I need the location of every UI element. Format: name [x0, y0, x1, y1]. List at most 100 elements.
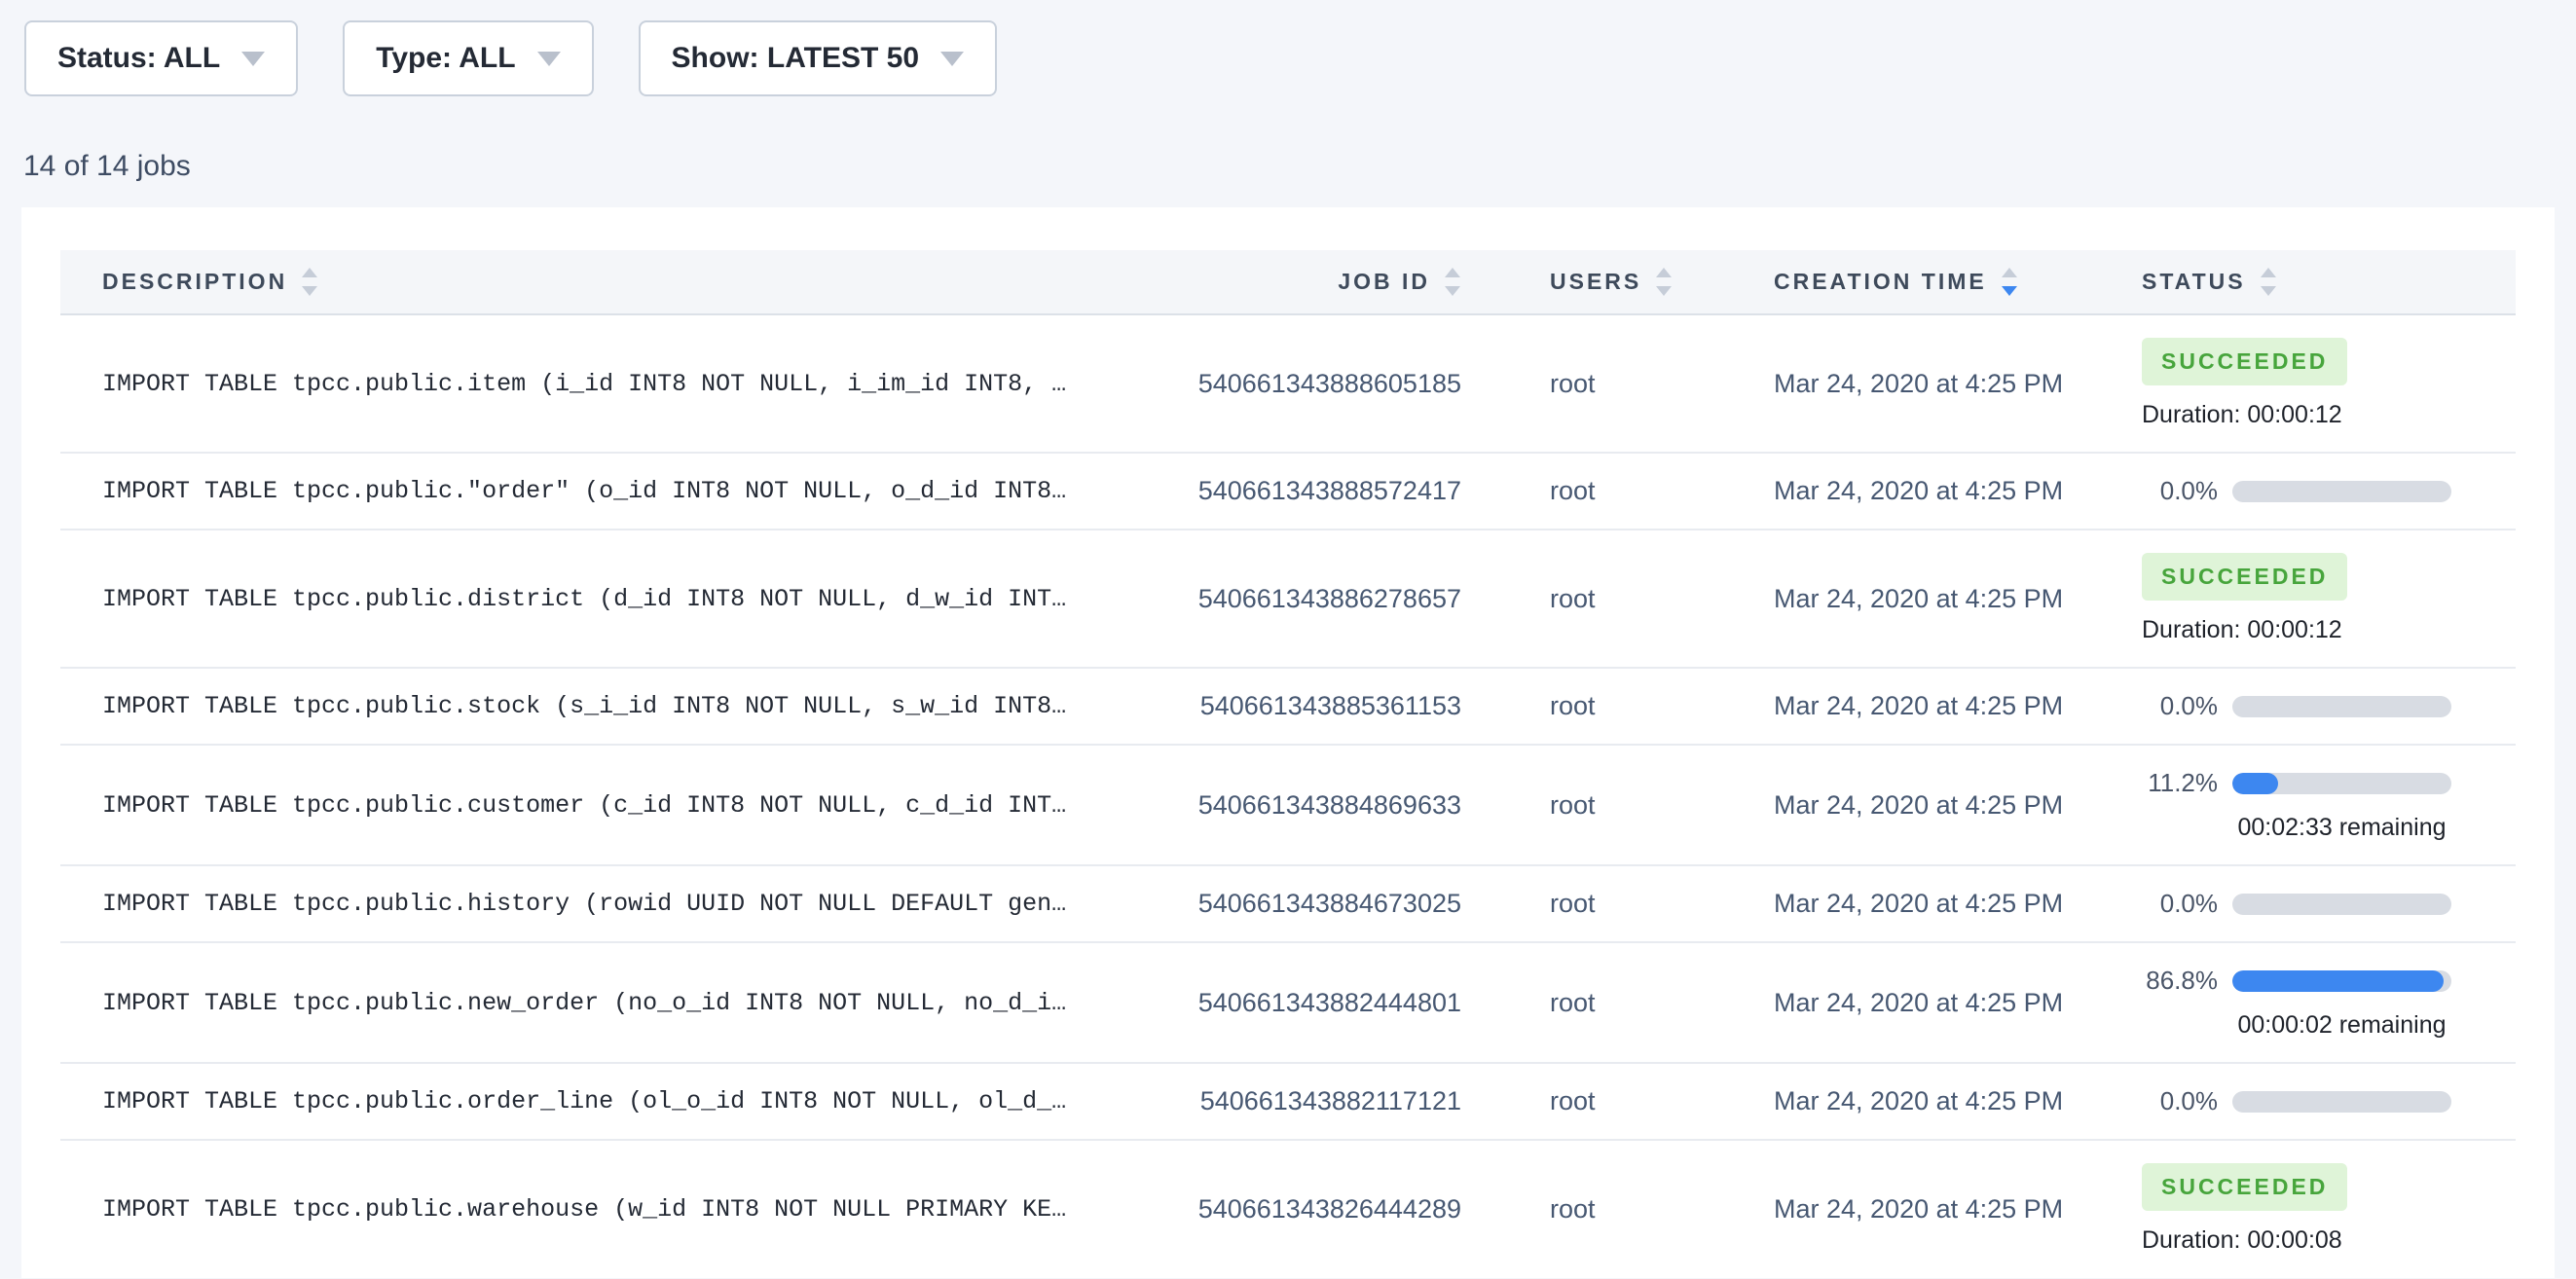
- job-creation-time: Mar 24, 2020 at 4:25 PM: [1774, 691, 2063, 720]
- status-badge: SUCCEEDED: [2142, 1163, 2347, 1211]
- job-id: 540661343884673025: [1198, 889, 1461, 918]
- job-id: 540661343886278657: [1198, 584, 1461, 613]
- chevron-down-icon: [537, 52, 561, 66]
- job-creation-time: Mar 24, 2020 at 4:25 PM: [1774, 1194, 2063, 1224]
- progress-percent: 0.0%: [2142, 889, 2218, 919]
- table-row: IMPORT TABLE tpcc.public.item (i_id INT8…: [60, 314, 2516, 453]
- job-creation-time: Mar 24, 2020 at 4:25 PM: [1774, 790, 2063, 820]
- job-creation-time: Mar 24, 2020 at 4:25 PM: [1774, 369, 2063, 398]
- job-id: 540661343882117121: [1200, 1086, 1461, 1115]
- table-header-row: DESCRIPTION JOB ID USERS: [60, 250, 2516, 314]
- job-description: IMPORT TABLE tpcc.public.stock (s_i_id I…: [102, 692, 1066, 720]
- job-user: root: [1550, 476, 1596, 505]
- jobs-count: 14 of 14 jobs: [23, 151, 2576, 182]
- job-id: 540661343888605185: [1198, 369, 1461, 398]
- jobs-table-panel: DESCRIPTION JOB ID USERS: [21, 207, 2555, 1278]
- job-id: 540661343885361153: [1200, 691, 1461, 720]
- job-id: 540661343888572417: [1198, 476, 1461, 505]
- status-duration: Duration: 00:00:08: [2142, 1226, 2515, 1255]
- job-status-succeeded: SUCCEEDED Duration: 00:00:12: [2142, 338, 2515, 429]
- progress-percent: 11.2%: [2142, 768, 2218, 798]
- job-creation-time: Mar 24, 2020 at 4:25 PM: [1774, 988, 2063, 1017]
- column-header-label: JOB ID: [1338, 269, 1430, 295]
- job-description: IMPORT TABLE tpcc.public.new_order (no_o…: [102, 989, 1066, 1017]
- job-status-progress: 11.2% 00:02:33 remaining: [2142, 768, 2515, 842]
- status-duration: Duration: 00:00:12: [2142, 401, 2515, 429]
- progress-bar: [2232, 1091, 2451, 1113]
- job-user: root: [1550, 691, 1596, 720]
- job-status-progress: 86.8% 00:00:02 remaining: [2142, 966, 2515, 1040]
- job-description: IMPORT TABLE tpcc.public.district (d_id …: [102, 585, 1066, 613]
- table-row: IMPORT TABLE tpcc.public."order" (o_id I…: [60, 453, 2516, 530]
- job-description: IMPORT TABLE tpcc.public."order" (o_id I…: [102, 477, 1066, 505]
- column-header-status[interactable]: STATUS: [2081, 250, 2516, 314]
- column-header-label: STATUS: [2142, 269, 2246, 295]
- job-status-progress: 0.0%: [2142, 889, 2515, 919]
- job-user: root: [1550, 988, 1596, 1017]
- column-header-creation-time[interactable]: CREATION TIME: [1711, 250, 2081, 314]
- column-header-label: USERS: [1550, 269, 1641, 295]
- job-user: root: [1550, 1086, 1596, 1115]
- type-filter-dropdown[interactable]: Type: ALL: [343, 20, 593, 96]
- sort-arrows-icon-active-desc: [2002, 268, 2017, 296]
- status-duration: Duration: 00:00:12: [2142, 616, 2515, 644]
- job-description: IMPORT TABLE tpcc.public.order_line (ol_…: [102, 1087, 1066, 1115]
- progress-bar-fill: [2232, 970, 2444, 992]
- sort-arrows-icon: [2261, 268, 2276, 296]
- job-status-succeeded: SUCCEEDED Duration: 00:00:12: [2142, 553, 2515, 644]
- table-row: IMPORT TABLE tpcc.public.district (d_id …: [60, 530, 2516, 668]
- progress-bar: [2232, 481, 2451, 502]
- status-filter-label: Status: ALL: [57, 42, 220, 75]
- show-filter-dropdown[interactable]: Show: LATEST 50: [639, 20, 997, 96]
- status-filter-dropdown[interactable]: Status: ALL: [24, 20, 298, 96]
- job-user: root: [1550, 790, 1596, 820]
- job-creation-time: Mar 24, 2020 at 4:25 PM: [1774, 1086, 2063, 1115]
- job-creation-time: Mar 24, 2020 at 4:25 PM: [1774, 476, 2063, 505]
- progress-percent: 0.0%: [2142, 691, 2218, 721]
- column-header-label: DESCRIPTION: [102, 269, 287, 295]
- sort-arrows-icon: [1656, 268, 1672, 296]
- column-header-label: CREATION TIME: [1774, 269, 1987, 295]
- table-row: IMPORT TABLE tpcc.public.warehouse (w_id…: [60, 1140, 2516, 1277]
- progress-bar-fill: [2232, 773, 2278, 794]
- filter-bar: Status: ALL Type: ALL Show: LATEST 50: [0, 0, 2576, 96]
- job-user: root: [1550, 584, 1596, 613]
- job-description: IMPORT TABLE tpcc.public.item (i_id INT8…: [102, 370, 1066, 398]
- progress-bar: [2232, 894, 2451, 915]
- progress-bar: [2232, 773, 2451, 794]
- table-row: IMPORT TABLE tpcc.public.new_order (no_o…: [60, 942, 2516, 1063]
- table-row: IMPORT TABLE tpcc.public.order_line (ol_…: [60, 1063, 2516, 1140]
- job-creation-time: Mar 24, 2020 at 4:25 PM: [1774, 584, 2063, 613]
- chevron-down-icon: [940, 52, 964, 66]
- column-header-description[interactable]: DESCRIPTION: [60, 250, 1170, 314]
- job-id: 540661343884869633: [1198, 790, 1461, 820]
- show-filter-label: Show: LATEST 50: [672, 42, 919, 75]
- type-filter-label: Type: ALL: [376, 42, 515, 75]
- jobs-table: DESCRIPTION JOB ID USERS: [60, 250, 2516, 1277]
- jobs-page: Status: ALL Type: ALL Show: LATEST 50 14…: [0, 0, 2576, 1278]
- job-description: IMPORT TABLE tpcc.public.customer (c_id …: [102, 791, 1066, 820]
- column-header-job-id[interactable]: JOB ID: [1170, 250, 1462, 314]
- chevron-down-icon: [241, 52, 265, 66]
- progress-bar: [2232, 970, 2451, 992]
- job-id: 540661343826444289: [1198, 1194, 1461, 1224]
- job-status-progress: 0.0%: [2142, 691, 2515, 721]
- job-user: root: [1550, 369, 1596, 398]
- status-badge: SUCCEEDED: [2142, 553, 2347, 601]
- job-user: root: [1550, 1194, 1596, 1224]
- table-row: IMPORT TABLE tpcc.public.customer (c_id …: [60, 745, 2516, 865]
- job-description: IMPORT TABLE tpcc.public.warehouse (w_id…: [102, 1195, 1066, 1224]
- progress-percent: 86.8%: [2142, 966, 2218, 996]
- progress-remaining: 00:00:02 remaining: [2232, 1011, 2451, 1040]
- job-status-succeeded: SUCCEEDED Duration: 00:00:08: [2142, 1163, 2515, 1255]
- column-header-users[interactable]: USERS: [1462, 250, 1711, 314]
- job-status-progress: 0.0%: [2142, 1086, 2515, 1116]
- progress-remaining: 00:02:33 remaining: [2232, 814, 2451, 842]
- progress-percent: 0.0%: [2142, 1086, 2218, 1116]
- job-id: 540661343882444801: [1198, 988, 1461, 1017]
- table-row: IMPORT TABLE tpcc.public.stock (s_i_id I…: [60, 668, 2516, 745]
- job-status-progress: 0.0%: [2142, 476, 2515, 506]
- progress-bar: [2232, 696, 2451, 717]
- progress-percent: 0.0%: [2142, 476, 2218, 506]
- sort-arrows-icon: [1445, 268, 1460, 296]
